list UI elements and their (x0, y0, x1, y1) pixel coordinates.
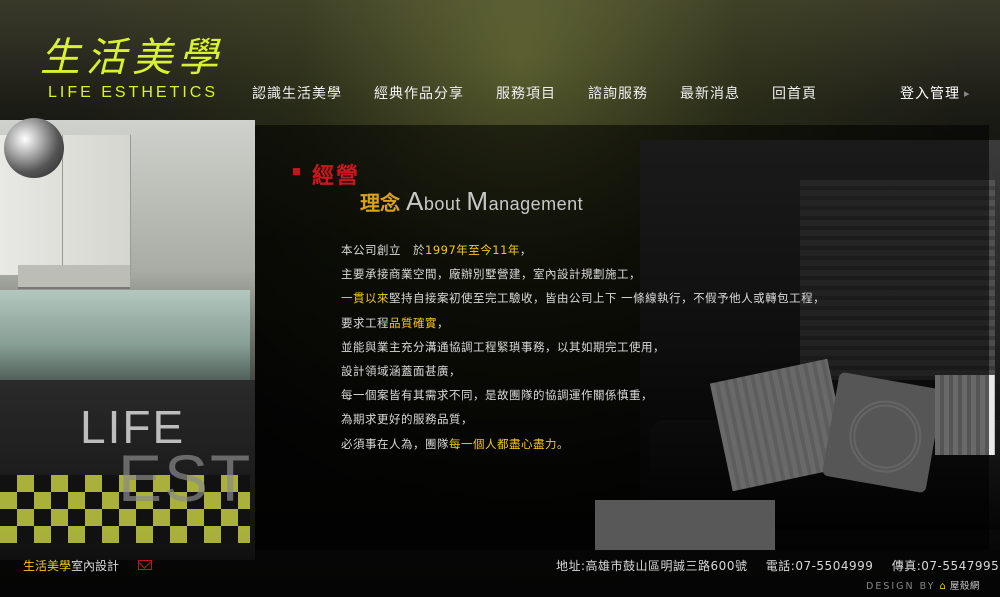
nav-about[interactable]: 認識生活美學 (236, 76, 358, 112)
text-line: 並能與業主充分溝通協調工程緊瑣事務，以其如期完工使用， (341, 339, 665, 354)
logo-chinese[interactable]: 生活美學 (40, 25, 224, 83)
text-line: 一貫以來堅持自接案初使至完工驗收，皆由公司上下 一條線執行，不假予他人或轉包工程… (341, 291, 826, 306)
logo-english[interactable]: LIFE ESTHETICS (48, 84, 218, 102)
nav-news[interactable]: 最新消息 (664, 76, 756, 112)
red-square-bullet-icon (293, 168, 300, 175)
footer-phone: 電話:07-5504999 (765, 559, 874, 573)
section-title: 理念 About Management (360, 186, 583, 217)
text-line: 為期求更好的服務品質， (341, 412, 473, 427)
background-word-est: EST (118, 441, 253, 515)
nav-services[interactable]: 服務項目 (480, 76, 572, 112)
philosophy-text: 本公司創立 於1997年至今11年， 主要承接商業空間，廠辦別墅營建，室內設計規… (341, 238, 825, 456)
text-line: 要求工程品質確實， (341, 315, 449, 330)
text-line: 主要承接商業空間，廠辦別墅營建，室內設計規劃施工， (341, 267, 641, 282)
text-line: 必須事在人為，團隊每一個人都盡心盡力。 (341, 436, 569, 451)
footer-address: 地址:高雄市鼓山區明誠三路600號 (556, 559, 748, 573)
house-icon: ⌂ (939, 581, 948, 592)
login-link[interactable]: 登入管理 ▸ (900, 76, 971, 112)
main-nav: 認識生活美學 經典作品分享 服務項目 諮詢服務 最新消息 回首頁 (236, 76, 833, 112)
footer-contact: 地址:高雄市鼓山區明誠三路600號 電話:07-5504999 傳真:07-55… (556, 557, 999, 574)
mail-icon[interactable] (138, 560, 152, 570)
login-label: 登入管理 (900, 86, 960, 102)
nav-consult[interactable]: 諮詢服務 (572, 76, 664, 112)
section-title-en: About Management (406, 186, 584, 216)
text-line: 本公司創立 於1997年至今11年， (341, 243, 532, 257)
mirror-ball-lamp (4, 118, 64, 178)
nav-home[interactable]: 回首頁 (756, 76, 833, 112)
design-credit[interactable]: DESIGN BY ⌂ 屋殼網 (866, 578, 980, 592)
footer-fax: 傳真:07-5547995 (891, 559, 1000, 573)
text-line: 每一個案皆有其需求不同，是故團隊的協調運作關係慎重， (341, 388, 653, 403)
text-line: 設計領域涵蓋面甚廣， (341, 364, 461, 379)
footer-company-name: 生活美學室內設計 (23, 559, 120, 573)
range-hood (18, 265, 130, 289)
section-title-top: 經營 (312, 163, 361, 189)
nav-portfolio[interactable]: 經典作品分享 (358, 76, 480, 112)
glass-backsplash (0, 290, 250, 380)
chevron-right-icon: ▸ (964, 87, 971, 100)
section-title-cn: 理念 (360, 191, 400, 215)
